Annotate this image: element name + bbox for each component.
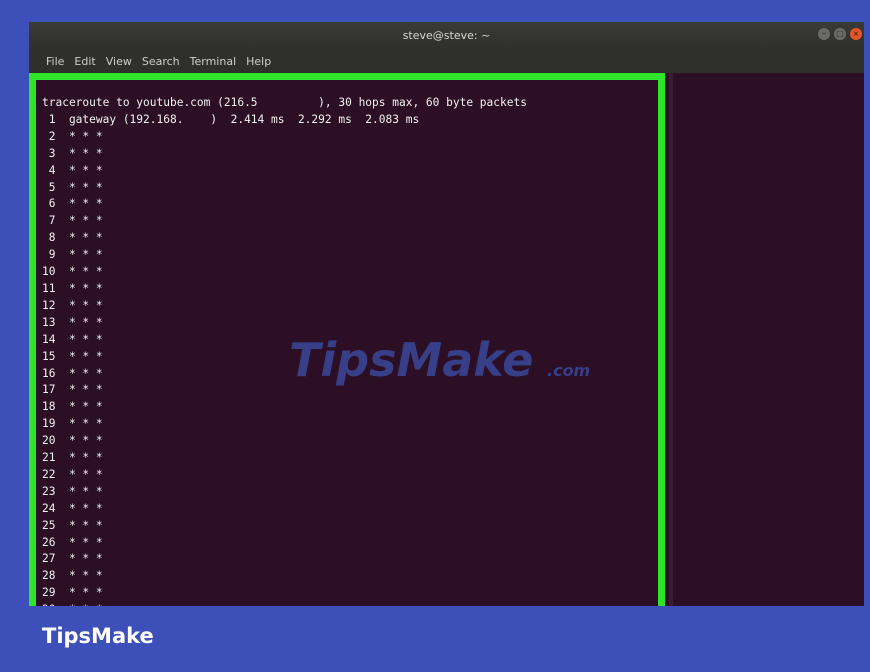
maximize-button[interactable]: □ (834, 28, 846, 40)
hop-lines: 2 * * * 3 * * * 4 * * * 5 * * * 6 * * * … (42, 130, 103, 606)
hop-line-gateway: 1 gateway (192.168. ) 2.414 ms 2.292 ms … (42, 112, 420, 126)
footer-bar: TipsMake (0, 606, 870, 672)
hop-line: 14 * * * (42, 332, 103, 346)
hop-line: 18 * * * (42, 400, 103, 414)
terminal-window: steve@steve: ~ – □ × File Edit View Sear… (29, 22, 864, 606)
hop-line: 11 * * * (42, 281, 103, 295)
menu-help[interactable]: Help (246, 51, 271, 73)
hop-line: 21 * * * (42, 451, 103, 465)
hop-line: 6 * * * (48, 197, 103, 211)
title-bar[interactable]: steve@steve: ~ – □ × (29, 22, 864, 51)
hop-line: 2 * * * (48, 129, 103, 143)
hop-line: 5 * * * (48, 180, 103, 194)
menu-search[interactable]: Search (142, 51, 180, 73)
hop-line: 19 * * * (42, 417, 103, 431)
hop-line: 17 * * * (42, 383, 103, 397)
hop-line: 12 * * * (42, 298, 103, 312)
minimize-button[interactable]: – (818, 28, 830, 40)
hop-line: 16 * * * (42, 366, 103, 380)
hop-line: 27 * * * (42, 552, 103, 566)
menu-terminal[interactable]: Terminal (190, 51, 237, 73)
hop-line: 22 * * * (42, 467, 103, 481)
window-title: steve@steve: ~ (402, 29, 491, 42)
footer-brand: TipsMake (42, 624, 154, 648)
hop-line: 8 * * * (48, 231, 103, 245)
menu-file[interactable]: File (46, 51, 64, 73)
menu-bar: File Edit View Search Terminal Help (29, 51, 864, 73)
scrollbar[interactable] (669, 73, 673, 606)
hop-line: 29 * * * (42, 586, 103, 600)
hop-line: 15 * * * (42, 349, 103, 363)
menu-edit[interactable]: Edit (74, 51, 95, 73)
hop-line: 3 * * * (48, 146, 103, 160)
hop-line: 4 * * * (48, 163, 103, 177)
menu-view[interactable]: View (106, 51, 132, 73)
hop-line: 9 * * * (48, 248, 103, 262)
hop-line: 20 * * * (42, 434, 103, 448)
terminal-text: traceroute to youtube.com (216.5 ), 30 h… (42, 95, 662, 606)
terminal-output-area[interactable]: traceroute to youtube.com (216.5 ), 30 h… (29, 73, 864, 606)
traceroute-header: traceroute to youtube.com (216.5 ), 30 h… (42, 96, 527, 109)
hop-line: 26 * * * (42, 535, 103, 549)
hop-line: 13 * * * (42, 315, 103, 329)
hop-line: 10 * * * (42, 265, 103, 279)
hop-line: 23 * * * (42, 484, 103, 498)
hop-line: 25 * * * (42, 518, 103, 532)
close-button[interactable]: × (850, 28, 862, 40)
hop-line: 24 * * * (42, 501, 103, 515)
hop-line: 28 * * * (42, 569, 103, 583)
hop-line: 7 * * * (48, 214, 103, 228)
